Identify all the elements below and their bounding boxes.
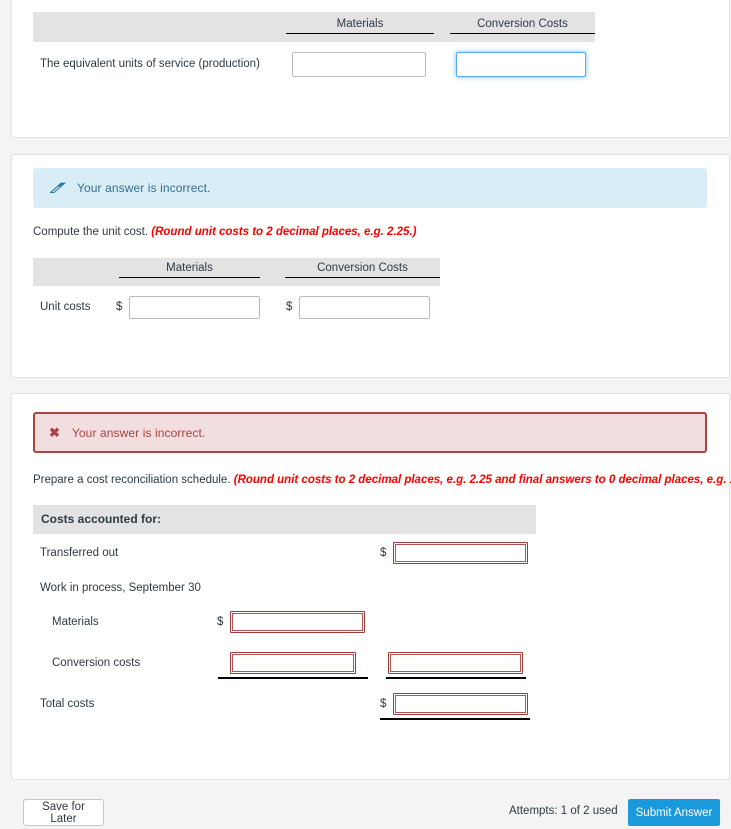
unit-cost-prompt-hint: (Round unit costs to 2 decimal places, e… — [151, 226, 417, 238]
unit-cost-materials-input[interactable] — [129, 296, 260, 319]
wip-subtotal-input[interactable] — [388, 652, 523, 674]
column-header-conversion-costs: Conversion Costs — [450, 18, 595, 34]
row-label-materials: Materials — [52, 616, 99, 628]
reconciliation-prompt-main: Prepare a cost reconciliation schedule. — [33, 474, 234, 486]
currency-symbol-total-costs: $ — [380, 698, 387, 710]
currency-symbol-wip-materials: $ — [217, 616, 224, 628]
row-label-transferred-out: Transferred out — [40, 547, 119, 559]
unit-cost-prompt-main: Compute the unit cost. — [33, 226, 152, 238]
unit-cost-alert-text: Your answer is incorrect. — [77, 181, 211, 195]
unit-cost-incorrect-alert: Your answer is incorrect. — [33, 168, 707, 208]
wip-materials-input[interactable] — [230, 611, 365, 633]
subtotal-rule-left — [218, 677, 368, 679]
transferred-out-input[interactable] — [393, 542, 528, 564]
x-mark-icon: ✖ — [49, 425, 60, 440]
reconciliation-incorrect-alert: ✖ Your answer is incorrect. — [33, 412, 707, 453]
currency-symbol-unit-cost-materials: $ — [116, 301, 123, 313]
attempts-status-text: Attempts: 1 of 2 used — [509, 805, 618, 817]
submit-answer-button[interactable]: Submit Answer — [628, 799, 720, 826]
subtotal-rule-right — [386, 677, 526, 679]
total-costs-input[interactable] — [393, 693, 528, 715]
save-for-later-button[interactable]: Save for Later — [23, 799, 104, 826]
unit-cost-prompt: Compute the unit cost. (Round unit costs… — [33, 226, 416, 238]
reconciliation-prompt-hint: (Round unit costs to 2 decimal places, e… — [233, 474, 731, 486]
reconciliation-alert-text: Your answer is incorrect. — [71, 425, 206, 440]
row-label-work-in-process: Work in process, September 30 — [40, 582, 201, 594]
unit-cost-column-header-conversion-costs: Conversion Costs — [285, 262, 440, 278]
total-costs-rule — [380, 718, 530, 720]
costs-accounted-for-title: Costs accounted for: — [41, 512, 162, 526]
equivalent-units-materials-input[interactable] — [292, 52, 426, 77]
row-label-unit-costs: Unit costs — [40, 301, 91, 313]
equivalent-units-conversion-input[interactable] — [456, 52, 586, 77]
eraser-icon — [50, 182, 66, 194]
reconciliation-prompt: Prepare a cost reconciliation schedule. … — [33, 474, 731, 486]
assignment-page: Materials Conversion Costs The equivalen… — [0, 0, 731, 829]
unit-cost-column-header-materials: Materials — [119, 262, 260, 278]
row-label-total-costs: Total costs — [40, 698, 95, 710]
currency-symbol-unit-cost-conversion: $ — [286, 301, 293, 313]
currency-symbol-transferred-out: $ — [380, 547, 387, 559]
row-label-conversion-costs: Conversion costs — [52, 657, 141, 669]
column-header-materials: Materials — [286, 18, 434, 34]
row-label-equivalent-units: The equivalent units of service (product… — [40, 58, 260, 70]
unit-cost-conversion-input[interactable] — [299, 296, 430, 319]
wip-conversion-costs-input[interactable] — [230, 652, 356, 674]
